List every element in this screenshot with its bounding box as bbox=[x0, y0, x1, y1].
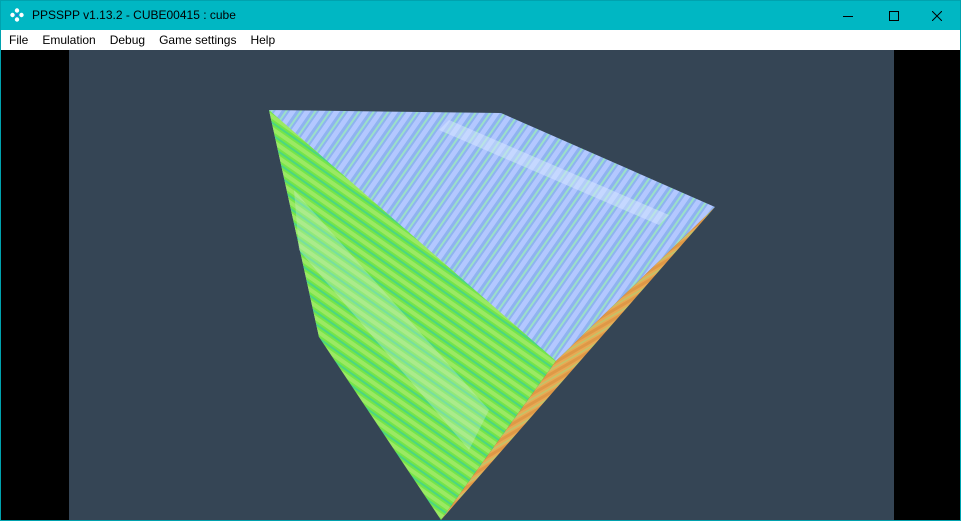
menu-help[interactable]: Help bbox=[243, 30, 282, 50]
menu-game-settings[interactable]: Game settings bbox=[152, 30, 243, 50]
minimize-button[interactable] bbox=[825, 1, 871, 30]
maximize-button[interactable] bbox=[871, 1, 917, 30]
emulator-viewport[interactable] bbox=[1, 50, 960, 520]
title-bar[interactable]: PPSSPP v1.13.2 - CUBE00415 : cube bbox=[1, 1, 960, 30]
menu-bar: File Emulation Debug Game settings Help bbox=[1, 30, 960, 50]
cube-render bbox=[269, 110, 715, 520]
app-window: PPSSPP v1.13.2 - CUBE00415 : cube File E… bbox=[0, 0, 961, 521]
menu-emulation[interactable]: Emulation bbox=[35, 30, 102, 50]
menu-debug[interactable]: Debug bbox=[103, 30, 152, 50]
menu-file[interactable]: File bbox=[1, 30, 35, 50]
close-button[interactable] bbox=[914, 1, 960, 30]
close-icon bbox=[932, 10, 942, 21]
game-screen[interactable] bbox=[69, 50, 894, 520]
minimize-icon bbox=[843, 15, 853, 17]
maximize-icon bbox=[889, 10, 899, 21]
ppsspp-app-icon[interactable] bbox=[9, 7, 25, 23]
window-title: PPSSPP v1.13.2 - CUBE00415 : cube bbox=[32, 8, 236, 22]
